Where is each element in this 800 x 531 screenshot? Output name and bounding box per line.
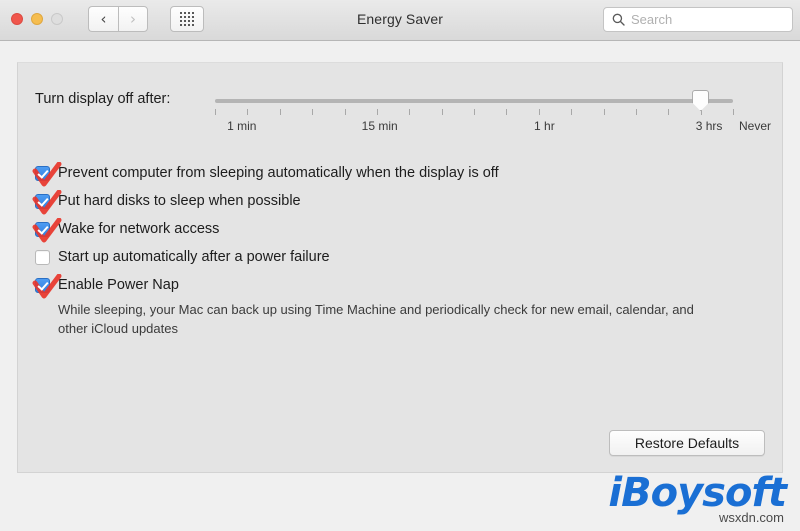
slider-tick [668,109,670,115]
slider-tick [506,109,508,115]
power-nap-description: While sleeping, your Mac can back up usi… [58,302,694,336]
slider-tick [247,109,249,115]
slider-tick-label: Never [739,119,772,133]
slider-tick [603,109,605,115]
search-input[interactable] [631,12,781,27]
hard-disk-sleep-checkbox[interactable] [32,189,62,214]
slider-tick [376,109,378,115]
option-row[interactable]: Wake for network access [32,215,775,243]
slider-tick-label: 15 min [361,119,398,133]
option-label: Put hard disks to sleep when possible [58,193,301,209]
slider-tick [312,109,314,115]
slider-tick [279,109,281,115]
slider-tick-labels: 1 min 15 min 1 hr 3 hrs Never [18,119,784,139]
slider-tick-label: 1 min [227,119,257,133]
slider-tick-label: 1 hr [534,119,555,133]
slider-tick-marks [215,109,734,116]
option-row[interactable]: Start up automatically after a power fai… [35,243,775,271]
window-titlebar: ‹ › Energy Saver [0,0,800,41]
slider-thumb[interactable] [692,90,710,111]
option-label: Start up automatically after a power fai… [58,249,330,265]
preference-pane-content: Turn display off after: 1 min 15 min 1 hr 3… [0,41,800,531]
slider-tick [733,109,734,115]
search-field[interactable] [603,7,793,32]
slider-tick [441,109,443,115]
restore-defaults-button[interactable]: Restore Defaults [609,430,765,456]
energy-options-list: Prevent computer from sleeping automatic… [32,159,775,339]
slider-tick [538,109,540,115]
option-row[interactable]: Put hard disks to sleep when possible [32,187,775,215]
slider-tick [409,109,411,115]
search-icon [612,13,625,26]
slider-tick [635,109,637,115]
slider-tick-label: 3 hrs [695,119,723,133]
startup-after-power-failure-checkbox[interactable] [35,249,50,265]
slider-tick [344,109,346,115]
slider-tick [215,109,216,115]
display-sleep-slider-row: Turn display off after: 1 min 15 min 1 hr 3… [18,63,784,153]
option-label: Wake for network access [58,221,220,237]
enable-power-nap-checkbox[interactable] [32,273,62,298]
display-sleep-label: Turn display off after: [35,91,171,107]
option-label: Prevent computer from sleeping automatic… [58,165,499,181]
slider-tick [571,109,573,115]
option-row[interactable]: Prevent computer from sleeping automatic… [32,159,775,187]
display-sleep-slider-track[interactable] [215,99,733,103]
prevent-sleep-checkbox[interactable] [32,161,62,186]
option-label: Enable Power Nap [58,277,179,293]
slider-tick [474,109,475,115]
energy-saver-panel: Turn display off after: 1 min 15 min 1 hr 3… [17,62,783,473]
wake-network-checkbox[interactable] [32,217,62,242]
option-row[interactable]: Enable Power Nap [32,271,775,299]
